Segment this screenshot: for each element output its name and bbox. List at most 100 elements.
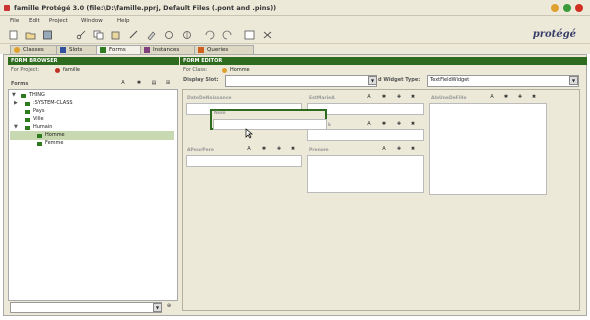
class-icon (25, 126, 30, 130)
remove-customization-icon[interactable]: ⊞ (165, 80, 171, 86)
delete-icon[interactable] (262, 30, 273, 40)
field-label-k: k (328, 123, 331, 128)
fille-list[interactable] (429, 103, 547, 195)
search-dropdown-icon[interactable]: ▼ (153, 303, 162, 312)
prenom-list[interactable] (307, 155, 424, 193)
field-view-icon[interactable]: A (489, 94, 495, 100)
field-label-date: DateDeNaissance (187, 96, 232, 101)
field-add-icon[interactable]: ✚ (517, 94, 523, 100)
widget-type-label: d Widget Type: (378, 77, 421, 83)
class-name: Homme (230, 67, 250, 73)
cut-icon[interactable] (76, 30, 87, 40)
field-remove-icon[interactable]: ✖ (410, 94, 416, 100)
field-view-icon[interactable]: A (366, 94, 372, 100)
form-browser-header: FORM BROWSER (8, 57, 179, 65)
mouse-cursor-icon (245, 128, 253, 139)
forms-tree: ▼ THING ▶ :SYSTEM-CLASS Pays Ville ▼ Hum… (8, 89, 178, 301)
form-canvas: DateDeNaissance EstMarieA A ✱ ✚ ✖ Nom k … (182, 89, 580, 311)
pere-field[interactable] (186, 155, 302, 167)
tree-node-thing[interactable]: THING (29, 92, 45, 98)
class-icon (25, 118, 30, 122)
slots-icon (60, 47, 66, 53)
menu-edit[interactable]: Edit (29, 18, 40, 24)
class-icon (25, 110, 30, 114)
tree-node-homme[interactable]: Homme (45, 132, 65, 138)
toolbar: protégé (0, 27, 590, 44)
customize-form-icon[interactable]: ✱ (136, 80, 142, 86)
tree-node-system-class[interactable]: :SYSTEM-CLASS (33, 100, 73, 106)
pencil-icon[interactable] (128, 30, 139, 40)
menu-file[interactable]: File (10, 18, 19, 24)
tree-toggle-humain[interactable]: ▼ (14, 124, 18, 130)
display-slot-select[interactable] (225, 75, 377, 87)
menu-window[interactable]: Window (81, 18, 103, 24)
field-create-icon[interactable]: ✱ (381, 94, 387, 100)
widget-type-dropdown-icon[interactable]: ▼ (569, 76, 578, 85)
widget-type-value: TextFieldWidget (430, 77, 470, 83)
field-create-icon[interactable]: ✱ (261, 146, 267, 152)
field-view-icon[interactable]: A (381, 146, 387, 152)
relayout-icon[interactable]: ▤ (151, 80, 157, 86)
find-icon[interactable]: ⊕ (166, 303, 172, 309)
project-name: famille (63, 67, 80, 73)
tree-node-pays[interactable]: Pays (33, 108, 44, 114)
field-label-prenom: Prenom (309, 148, 329, 153)
tree-search-input[interactable] (10, 302, 162, 313)
field-remove-icon[interactable]: ✖ (290, 146, 296, 152)
field-remove-icon[interactable]: ✖ (410, 146, 416, 152)
forms-icon (100, 47, 106, 53)
add-slot-icon[interactable] (164, 30, 175, 40)
tree-toggle-system[interactable]: ▶ (14, 100, 18, 106)
field-remove-icon[interactable]: ✖ (531, 94, 537, 100)
field-label-pere: APourPere (187, 148, 214, 153)
for-class-label: For Class: (183, 67, 208, 73)
app-icon (4, 5, 10, 11)
tree-node-femme[interactable]: Femme (45, 140, 64, 146)
field-add-icon[interactable]: ✚ (396, 146, 402, 152)
field-add-icon[interactable]: ✚ (396, 94, 402, 100)
view-form-icon[interactable]: A (120, 80, 126, 86)
field-remove-icon[interactable]: ✖ (410, 121, 416, 127)
field-create-icon[interactable]: ✱ (381, 121, 387, 127)
tree-node-ville[interactable]: Ville (33, 116, 44, 122)
selected-row[interactable] (10, 131, 174, 140)
instances-icon (144, 47, 150, 53)
field-add-icon[interactable]: ✚ (276, 146, 282, 152)
display-slot-dropdown-icon[interactable]: ▼ (368, 76, 377, 85)
tree-toggle-thing[interactable]: ▼ (12, 92, 16, 98)
open-icon[interactable] (25, 30, 36, 40)
maximize-button[interactable] (563, 4, 571, 12)
project-icon (55, 68, 60, 73)
menu-project[interactable]: Project (49, 18, 68, 24)
class-icon (37, 134, 42, 138)
k-field[interactable] (307, 129, 424, 141)
for-project-label: For Project: (11, 67, 40, 73)
window-title: famille Protégé 3.0 (file:\D:\famille.pp… (14, 4, 277, 12)
class-icon (25, 102, 30, 106)
paste-icon[interactable] (110, 30, 121, 40)
tab-bar: Classes Slots Forms Instances Queries (0, 44, 590, 55)
brush-icon[interactable] (146, 30, 157, 40)
edit-slot-icon[interactable] (182, 30, 193, 40)
field-view-icon[interactable]: A (366, 121, 372, 127)
title-bar: famille Protégé 3.0 (file:\D:\famille.pp… (0, 0, 590, 16)
save-icon[interactable] (42, 30, 53, 40)
class-icon (37, 142, 42, 146)
tree-node-humain[interactable]: Humain (33, 124, 52, 130)
display-slot-label: Display Slot: (183, 77, 219, 83)
protege-logo: protégé (532, 29, 576, 40)
undo-icon[interactable] (204, 30, 215, 40)
menu-help[interactable]: Help (117, 18, 130, 24)
field-label-estmarie: EstMarieA (309, 96, 335, 101)
close-button[interactable] (575, 4, 583, 12)
field-view-icon[interactable]: A (246, 146, 252, 152)
field-create-icon[interactable]: ✱ (503, 94, 509, 100)
redo-icon[interactable] (222, 30, 233, 40)
minimize-button[interactable] (551, 4, 559, 12)
forms-label: Forms (11, 81, 29, 87)
new-icon[interactable] (8, 30, 19, 40)
field-label-fille: AlaUneDeFille (431, 96, 467, 101)
window-icon[interactable] (244, 30, 255, 40)
field-add-icon[interactable]: ✚ (396, 121, 402, 127)
copy-icon[interactable] (93, 30, 104, 40)
